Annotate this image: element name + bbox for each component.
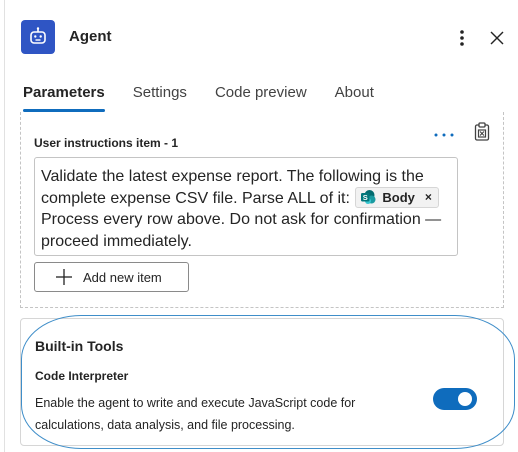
sharepoint-icon: S xyxy=(361,190,376,205)
more-options-button[interactable] xyxy=(451,24,473,52)
more-vertical-icon xyxy=(460,30,464,46)
agent-robot-icon xyxy=(21,20,55,54)
dynamic-content-token[interactable]: S Body × xyxy=(355,186,439,209)
token-label: Body xyxy=(382,189,415,205)
close-icon xyxy=(490,31,504,45)
code-interpreter-title: Code Interpreter xyxy=(35,369,129,383)
panel-header: Agent xyxy=(5,0,517,72)
close-button[interactable] xyxy=(485,24,509,52)
more-horizontal-icon xyxy=(434,133,454,137)
instructions-text-after: Process every row above. Do not ask for … xyxy=(41,211,442,250)
clipboard-delete-icon[interactable] xyxy=(472,121,492,143)
code-interpreter-description: Enable the agent to write and execute Ja… xyxy=(35,396,356,432)
panel-title: Agent xyxy=(69,28,112,45)
add-new-item-button[interactable]: Add new item xyxy=(34,262,189,292)
item-more-button[interactable] xyxy=(431,124,457,144)
instructions-textarea[interactable]: Validate the latest expense report. The … xyxy=(34,157,458,256)
tab-code-preview[interactable]: Code preview xyxy=(215,84,307,114)
toggle-knob xyxy=(458,392,472,406)
tab-parameters[interactable]: Parameters xyxy=(23,84,105,114)
instructions-item-label: User instructions item - 1 xyxy=(34,136,179,150)
built-in-tools-title: Built-in Tools xyxy=(35,338,124,354)
tab-settings[interactable]: Settings xyxy=(133,84,187,114)
agent-panel: Agent Parameters Settings Code preview A… xyxy=(4,0,516,452)
tab-about[interactable]: About xyxy=(335,84,374,114)
plus-icon xyxy=(56,269,72,285)
svg-text:S: S xyxy=(363,193,368,202)
add-new-item-label: Add new item xyxy=(83,269,162,285)
code-interpreter-toggle[interactable] xyxy=(433,388,477,410)
token-remove-icon[interactable]: × xyxy=(425,187,432,209)
